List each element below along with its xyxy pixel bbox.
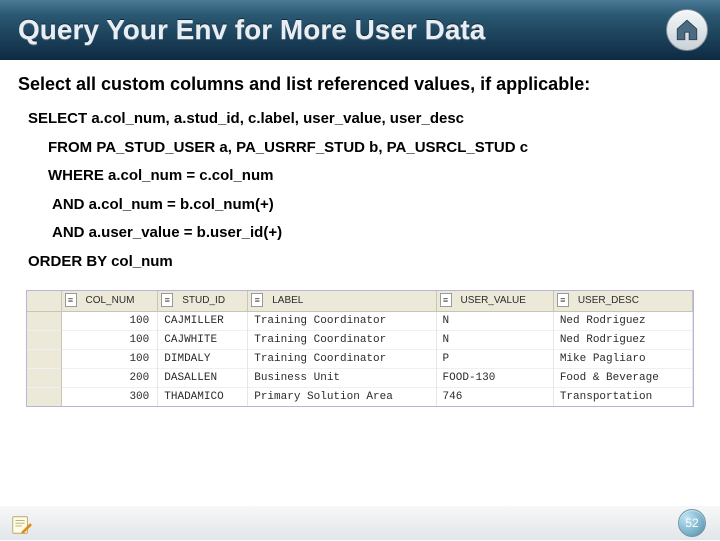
column-menu-icon[interactable]: ≡ xyxy=(251,293,263,307)
cell-user-value: N xyxy=(436,311,553,330)
cell-label: Primary Solution Area xyxy=(248,387,436,406)
cell-stud-id: DIMDALY xyxy=(158,349,248,368)
table-header-row: ≡COL_NUM ≡STUD_ID ≡LABEL ≡USER_VALUE ≡US… xyxy=(27,291,693,311)
cell-col-num: 100 xyxy=(61,330,158,349)
cell-user-value: FOOD-130 xyxy=(436,368,553,387)
home-button[interactable] xyxy=(666,9,708,51)
cell-stud-id: CAJWHITE xyxy=(158,330,248,349)
sql-where: WHERE a.col_num = c.col_num xyxy=(18,162,702,191)
sql-from: FROM PA_STUD_USER a, PA_USRRF_STUD b, PA… xyxy=(18,134,702,163)
column-menu-icon[interactable]: ≡ xyxy=(440,293,452,307)
sql-and2: AND a.user_value = b.user_id(+) xyxy=(18,219,702,248)
col-header-col-num[interactable]: ≡COL_NUM xyxy=(61,291,158,311)
row-selector[interactable] xyxy=(27,368,61,387)
cell-stud-id: CAJMILLER xyxy=(158,311,248,330)
table-row[interactable]: 100 CAJWHITE Training Coordinator N Ned … xyxy=(27,330,693,349)
cell-user-desc: Ned Rodriguez xyxy=(553,311,692,330)
column-menu-icon[interactable]: ≡ xyxy=(65,293,77,307)
home-icon xyxy=(674,17,700,43)
footer-bar: 52 xyxy=(0,506,720,540)
row-selector[interactable] xyxy=(27,349,61,368)
sql-order: ORDER BY col_num xyxy=(18,248,702,277)
cell-col-num: 300 xyxy=(61,387,158,406)
col-header-stud-id[interactable]: ≡STUD_ID xyxy=(158,291,248,311)
page-number-badge: 52 xyxy=(678,509,706,537)
row-selector[interactable] xyxy=(27,330,61,349)
cell-stud-id: DASALLEN xyxy=(158,368,248,387)
cell-label: Training Coordinator xyxy=(248,311,436,330)
cell-label: Training Coordinator xyxy=(248,349,436,368)
cell-user-value: P xyxy=(436,349,553,368)
title-bar: Query Your Env for More User Data xyxy=(0,0,720,60)
column-menu-icon[interactable]: ≡ xyxy=(161,293,173,307)
results-grid: ≡COL_NUM ≡STUD_ID ≡LABEL ≡USER_VALUE ≡US… xyxy=(26,290,694,407)
sql-select: SELECT a.col_num, a.stud_id, c.label, us… xyxy=(18,105,702,134)
cell-user-desc: Mike Pagliaro xyxy=(553,349,692,368)
notes-icon[interactable] xyxy=(10,514,32,536)
cell-col-num: 100 xyxy=(61,349,158,368)
cell-label: Training Coordinator xyxy=(248,330,436,349)
table-row[interactable]: 200 DASALLEN Business Unit FOOD-130 Food… xyxy=(27,368,693,387)
cell-col-num: 100 xyxy=(61,311,158,330)
col-header-user-desc[interactable]: ≡USER_DESC xyxy=(553,291,692,311)
cell-stud-id: THADAMICO xyxy=(158,387,248,406)
col-header-label[interactable]: ≡LABEL xyxy=(248,291,436,311)
cell-user-desc: Transportation xyxy=(553,387,692,406)
row-selector[interactable] xyxy=(27,387,61,406)
slide-content: Select all custom columns and list refer… xyxy=(0,60,720,407)
row-selector-header[interactable] xyxy=(27,291,61,311)
cell-col-num: 200 xyxy=(61,368,158,387)
intro-text: Select all custom columns and list refer… xyxy=(18,74,702,95)
row-selector[interactable] xyxy=(27,311,61,330)
cell-label: Business Unit xyxy=(248,368,436,387)
col-header-user-value[interactable]: ≡USER_VALUE xyxy=(436,291,553,311)
sql-and1: AND a.col_num = b.col_num(+) xyxy=(18,191,702,220)
cell-user-value: N xyxy=(436,330,553,349)
page-title: Query Your Env for More User Data xyxy=(18,14,485,46)
table-row[interactable]: 100 DIMDALY Training Coordinator P Mike … xyxy=(27,349,693,368)
table-row[interactable]: 100 CAJMILLER Training Coordinator N Ned… xyxy=(27,311,693,330)
cell-user-desc: Food & Beverage xyxy=(553,368,692,387)
cell-user-value: 746 xyxy=(436,387,553,406)
table-row[interactable]: 300 THADAMICO Primary Solution Area 746 … xyxy=(27,387,693,406)
sql-block: SELECT a.col_num, a.stud_id, c.label, us… xyxy=(18,105,702,276)
cell-user-desc: Ned Rodriguez xyxy=(553,330,692,349)
column-menu-icon[interactable]: ≡ xyxy=(557,293,569,307)
